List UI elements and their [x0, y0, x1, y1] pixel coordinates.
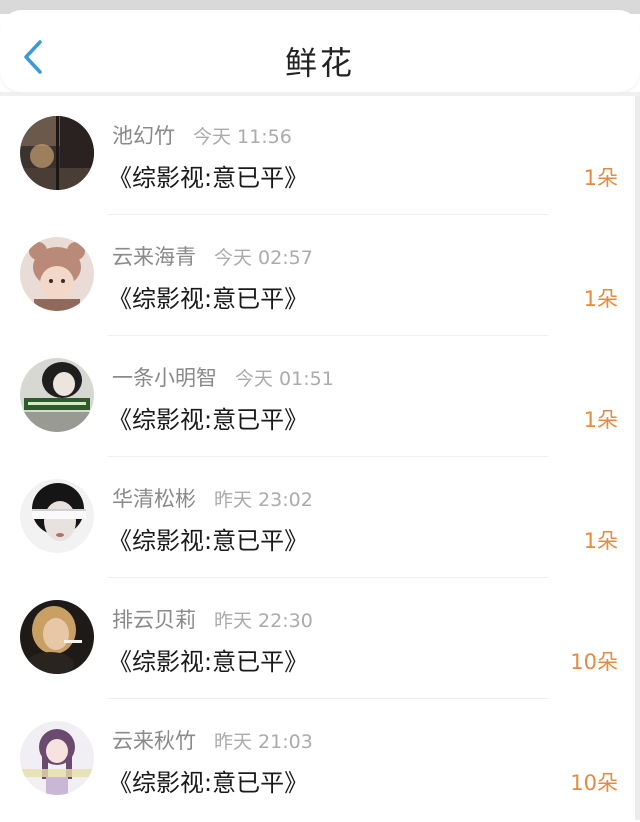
work-title: 《综影视:意已平》 — [108, 285, 309, 313]
list-item[interactable]: 云来秋竹 昨天 21:03 《综影视:意已平》 10朵 — [0, 701, 635, 822]
avatar[interactable] — [20, 600, 94, 674]
top-bar: 鲜花 — [0, 10, 640, 92]
avatar-girl-banner-image — [20, 358, 94, 432]
flower-count: 1朵 — [583, 529, 618, 553]
row-divider — [108, 335, 548, 336]
timestamp: 今天 11:56 — [193, 126, 292, 148]
timestamp: 昨天 22:30 — [214, 610, 313, 632]
row-divider — [108, 698, 548, 699]
avatar[interactable] — [20, 116, 94, 190]
avatar-blonde-smoke-image — [20, 600, 94, 674]
work-title: 《综影视:意已平》 — [108, 648, 309, 676]
user-name: 云来海青 今天 02:57 — [112, 245, 313, 269]
list-item[interactable]: 一条小明智 今天 01:51 《综影视:意已平》 1朵 — [0, 338, 635, 459]
list-item[interactable]: 池幻竹 今天 11:56 《综影视:意已平》 1朵 — [0, 96, 635, 217]
avatar[interactable] — [20, 479, 94, 553]
avatar-blindfold-image — [20, 479, 94, 553]
work-title: 《综影视:意已平》 — [108, 527, 309, 555]
user-name: 华清松彬 昨天 23:02 — [112, 487, 313, 511]
avatar-child-hat-image — [20, 237, 94, 311]
list-item[interactable]: 华清松彬 昨天 23:02 《综影视:意已平》 1朵 — [0, 459, 635, 580]
row-divider — [108, 456, 548, 457]
avatar[interactable] — [20, 721, 94, 795]
user-name: 一条小明智 今天 01:51 — [112, 366, 334, 390]
timestamp: 今天 01:51 — [235, 368, 334, 390]
user-name: 池幻竹 今天 11:56 — [112, 124, 292, 148]
timestamp: 今天 02:57 — [214, 247, 313, 269]
work-title: 《综影视:意已平》 — [108, 164, 309, 192]
user-name: 排云贝莉 昨天 22:30 — [112, 608, 313, 632]
avatar[interactable] — [20, 237, 94, 311]
list-item[interactable]: 云来海青 今天 02:57 《综影视:意已平》 1朵 — [0, 217, 635, 338]
timestamp: 昨天 23:02 — [214, 489, 313, 511]
avatar-anime-girl-image — [20, 721, 94, 795]
timestamp: 昨天 21:03 — [214, 731, 313, 753]
user-name: 云来秋竹 昨天 21:03 — [112, 729, 313, 753]
avatar-dusk-window-image — [20, 116, 94, 190]
flower-count: 10朵 — [570, 650, 618, 674]
flower-count: 1朵 — [583, 408, 618, 432]
flower-list: 池幻竹 今天 11:56 《综影视:意已平》 1朵 云来海青 今天 02:57 《综… — [0, 96, 635, 820]
page-title: 鲜花 — [284, 44, 355, 82]
row-divider — [108, 214, 548, 215]
avatar[interactable] — [20, 358, 94, 432]
flower-count: 10朵 — [570, 771, 618, 795]
list-item[interactable]: 排云贝莉 昨天 22:30 《综影视:意已平》 10朵 — [0, 580, 635, 701]
scroll-track[interactable] — [635, 96, 640, 820]
flower-count: 1朵 — [583, 166, 618, 190]
row-divider — [108, 577, 548, 578]
work-title: 《综影视:意已平》 — [108, 406, 309, 434]
flower-count: 1朵 — [583, 287, 618, 311]
work-title: 《综影视:意已平》 — [108, 769, 309, 797]
